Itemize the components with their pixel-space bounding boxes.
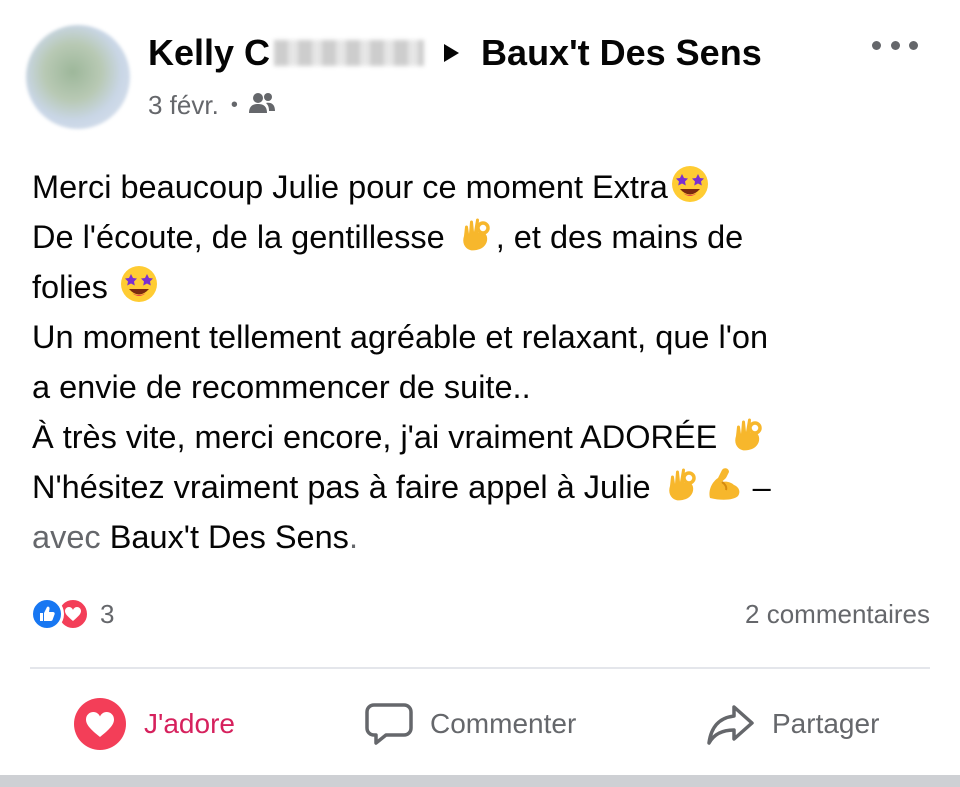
divider xyxy=(30,667,930,669)
text-segment: – xyxy=(743,469,771,505)
love-reaction-icon xyxy=(72,696,128,752)
text-segment: Merci beaucoup Julie pour ce moment Extr… xyxy=(32,169,668,205)
like-icon xyxy=(30,597,64,631)
friends-icon[interactable] xyxy=(248,90,276,121)
flexed-biceps-emoji-icon xyxy=(704,464,744,504)
feed-separator xyxy=(0,775,960,787)
more-horizontal-icon[interactable] xyxy=(872,38,918,52)
post-text-line: À très vite, merci encore, j'ai vraiment… xyxy=(32,412,932,462)
share-label: Partager xyxy=(772,708,880,739)
text-segment: folies xyxy=(32,269,117,305)
post-text-line: Un moment tellement agréable et relaxant… xyxy=(32,312,932,362)
comments-count[interactable]: 2 commentaires xyxy=(745,596,930,632)
comment-label: Commenter xyxy=(430,708,577,739)
star-struck-emoji-icon xyxy=(119,264,159,304)
post-meta: 3 févr. • xyxy=(148,88,276,122)
share-button[interactable]: Partager xyxy=(706,695,879,753)
text-segment: , et des mains de xyxy=(495,219,744,255)
ok-hand-emoji-icon xyxy=(456,214,496,254)
ok-hand-emoji-icon xyxy=(662,464,702,504)
comment-icon xyxy=(364,701,414,747)
text-segment: . xyxy=(348,519,358,555)
text-segment: N'hésitez vraiment pas à faire appel à J… xyxy=(32,469,660,505)
text-segment: À très vite, merci encore, j'ai vraiment… xyxy=(32,419,727,455)
post-header-title: Kelly C Baux't Des Sens xyxy=(148,28,762,78)
tagged-page-link[interactable]: Baux't Des Sens xyxy=(110,519,349,555)
post-text-line: De l'écoute, de la gentillesse , et des … xyxy=(32,212,932,262)
right-arrow-icon xyxy=(444,44,460,62)
post-text-line: folies xyxy=(32,262,932,312)
avatar[interactable] xyxy=(26,25,130,129)
facebook-post: Kelly C Baux't Des Sens 3 févr. • Merci … xyxy=(0,0,960,787)
blurred-surname xyxy=(274,40,425,66)
target-page-name[interactable]: Baux't Des Sens xyxy=(481,32,762,74)
author-name[interactable]: Kelly C xyxy=(148,32,270,74)
reactions-count: 3 xyxy=(100,598,115,629)
ok-hand-emoji-icon xyxy=(728,414,768,454)
post-text-line: a envie de recommencer de suite.. xyxy=(32,362,932,412)
adore-button[interactable]: J'adore xyxy=(72,695,235,753)
post-text-line: avec Baux't Des Sens. xyxy=(32,512,932,562)
adore-label: J'adore xyxy=(144,708,235,739)
share-arrow-icon xyxy=(706,701,756,747)
post-text-line: N'hésitez vraiment pas à faire appel à J… xyxy=(32,462,932,512)
meta-separator: • xyxy=(230,93,238,116)
star-struck-emoji-icon xyxy=(670,164,710,204)
post-date[interactable]: 3 févr. xyxy=(148,90,219,121)
reactions-summary[interactable]: 3 xyxy=(30,596,114,632)
post-text-line: Merci beaucoup Julie pour ce moment Extr… xyxy=(32,162,932,212)
comment-button[interactable]: Commenter xyxy=(364,695,576,753)
with-label: avec xyxy=(32,519,110,555)
post-text: Merci beaucoup Julie pour ce moment Extr… xyxy=(32,162,932,562)
text-segment: a envie de recommencer de suite.. xyxy=(32,369,531,405)
text-segment: De l'écoute, de la gentillesse xyxy=(32,219,454,255)
text-segment: Un moment tellement agréable et relaxant… xyxy=(32,319,769,355)
